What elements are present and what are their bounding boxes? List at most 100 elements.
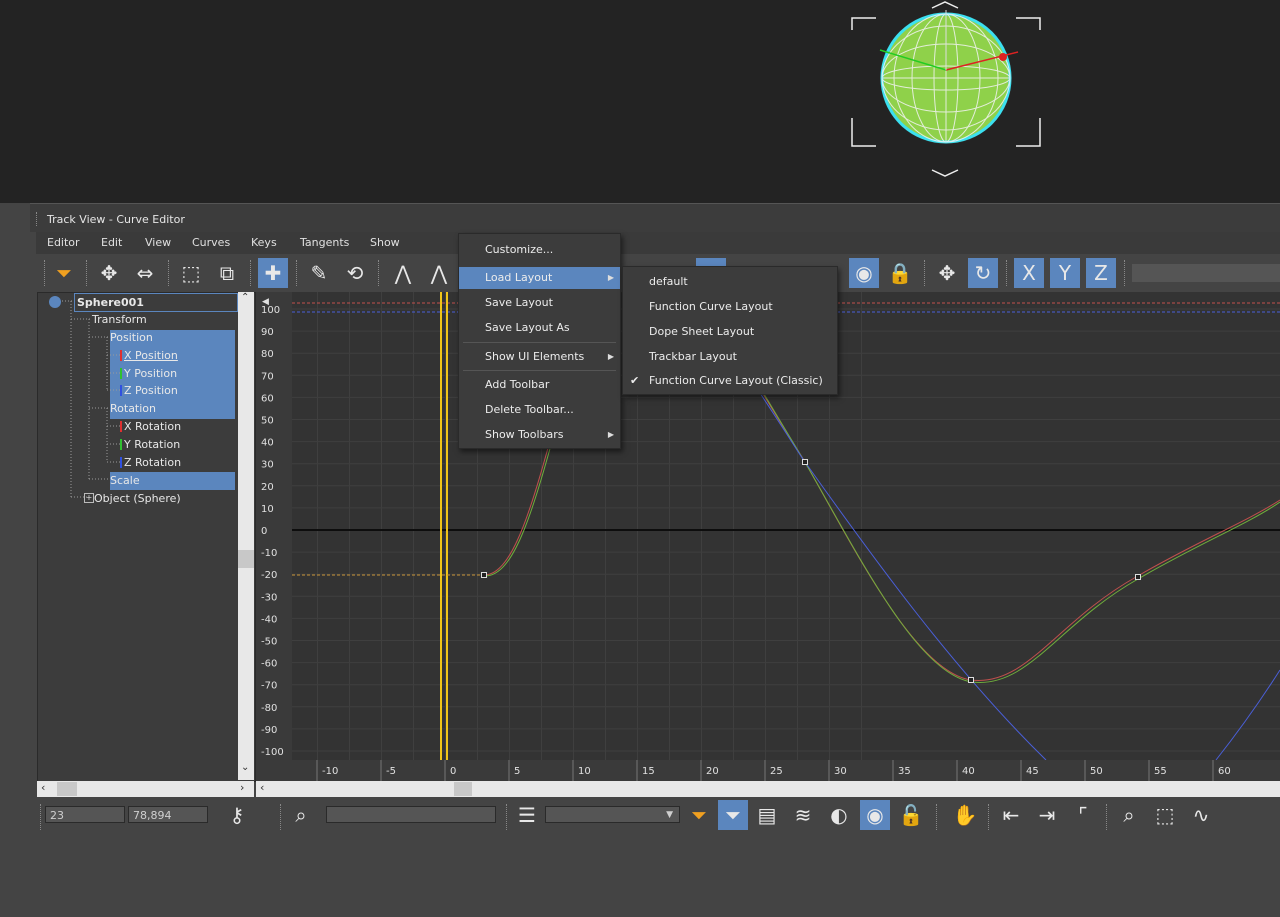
- edit-tracks-icon[interactable]: ☰: [512, 800, 542, 830]
- isolate-curve-icon[interactable]: ∿: [1186, 800, 1216, 830]
- title-bar[interactable]: Track View - Curve Editor: [30, 204, 1280, 232]
- viewport[interactable]: [0, 0, 1280, 203]
- menu-editor[interactable]: Editor: [47, 236, 80, 249]
- toolbar-grip[interactable]: [40, 804, 42, 830]
- menu-item-load-layout[interactable]: Load Layout ▶: [459, 267, 620, 289]
- toolbar-separator: [1006, 260, 1008, 286]
- tree-item-y-rotation[interactable]: Y Rotation: [124, 436, 180, 453]
- filter-selected-icon[interactable]: ⏷: [684, 800, 714, 830]
- menu-item-save-layout[interactable]: Save Layout: [459, 292, 620, 314]
- collapse-left-icon[interactable]: ◀: [262, 297, 269, 307]
- menu-item-delete-toolbar[interactable]: Delete Toolbar...: [459, 399, 620, 421]
- tree-item-x-position[interactable]: X Position: [124, 347, 178, 364]
- zoom-icon[interactable]: ⌕: [1114, 800, 1144, 830]
- tree-vertical-scrollbar[interactable]: ⌃ ⌄: [238, 292, 254, 780]
- menu-show[interactable]: Show: [370, 236, 400, 249]
- controller-tree: Sphere001 Transform Position X Position …: [37, 292, 256, 782]
- menu-edit[interactable]: Edit: [101, 236, 122, 249]
- region-select-icon[interactable]: ⬚: [176, 258, 206, 288]
- filter-dropdown[interactable]: ▼: [545, 806, 680, 823]
- tree-item-z-rotation[interactable]: Z Rotation: [124, 454, 181, 471]
- reduce-keys-icon[interactable]: ⟲: [340, 258, 370, 288]
- visible-icon[interactable]: ◐: [824, 800, 854, 830]
- menu-item-add-toolbar[interactable]: Add Toolbar: [459, 374, 620, 396]
- move-keys-icon[interactable]: ✥: [94, 258, 124, 288]
- toolbar-field[interactable]: [1132, 264, 1280, 282]
- unlock-icon[interactable]: 🔓: [896, 800, 926, 830]
- layout-function-curve[interactable]: Function Curve Layout: [623, 296, 837, 318]
- filter-animated-icon[interactable]: ⏷: [718, 800, 748, 830]
- zoom-selected-icon[interactable]: ⌕: [286, 800, 316, 830]
- menu-tangents[interactable]: Tangents: [300, 236, 349, 249]
- chevron-up-icon[interactable]: ⌃: [241, 292, 249, 303]
- menu-keys[interactable]: Keys: [251, 236, 277, 249]
- show-tangents-icon[interactable]: ◉: [849, 258, 879, 288]
- menu-view[interactable]: View: [145, 236, 171, 249]
- layout-dope-sheet[interactable]: Dope Sheet Layout: [623, 321, 837, 343]
- filter-icon[interactable]: ⏷: [49, 258, 79, 288]
- tree-root-sphere001[interactable]: Sphere001: [74, 293, 238, 312]
- layout-trackbar[interactable]: Trackbar Layout: [623, 346, 837, 368]
- layout-default[interactable]: default: [623, 271, 837, 293]
- scrollbar-thumb[interactable]: [238, 550, 254, 568]
- tree-item-scale[interactable]: Scale: [110, 472, 140, 489]
- expand-icon[interactable]: +: [84, 493, 94, 503]
- scrollbar-thumb[interactable]: [454, 782, 472, 796]
- sphere-gizmo[interactable]: [0, 0, 1280, 203]
- tree-horizontal-scrollbar[interactable]: ‹ ›: [37, 781, 254, 797]
- move-icon[interactable]: ✥: [932, 258, 962, 288]
- tree-item-object-sphere[interactable]: Object (Sphere): [94, 490, 181, 507]
- graph-horizontal-scrollbar[interactable]: ‹: [256, 781, 1280, 797]
- menu-item-show-ui-elements[interactable]: Show UI Elements ▶: [459, 346, 620, 368]
- scroll-right-icon[interactable]: ›: [240, 781, 244, 794]
- tree-item-y-position[interactable]: Y Position: [124, 365, 177, 382]
- value-tick-label: -100: [261, 747, 284, 758]
- add-keys-icon[interactable]: ✚: [258, 258, 288, 288]
- key-stats-icon[interactable]: ⚷: [222, 800, 252, 830]
- z-color-swatch: [120, 385, 122, 396]
- menu-curves[interactable]: Curves: [192, 236, 230, 249]
- frame-values-icon[interactable]: ⇥: [1032, 800, 1062, 830]
- slide-keys-icon[interactable]: ⇔: [130, 258, 160, 288]
- menu-item-show-toolbars[interactable]: Show Toolbars ▶: [459, 424, 620, 446]
- context-menu: Customize... Load Layout ▶ Save Layout S…: [458, 233, 621, 449]
- zoom-values-icon[interactable]: ⌜: [1068, 800, 1098, 830]
- frame-horizontal-icon[interactable]: ⇤: [996, 800, 1026, 830]
- auto-tangent-icon[interactable]: ⋀: [388, 258, 418, 288]
- value-tick-label: 10: [261, 504, 274, 515]
- toolbar-separator: [296, 260, 298, 286]
- menu-item-customize[interactable]: Customize...: [459, 239, 620, 261]
- scroll-left-icon[interactable]: ‹: [41, 781, 45, 794]
- frame-field[interactable]: 23: [45, 806, 125, 823]
- x-axis-icon[interactable]: X: [1014, 258, 1044, 288]
- scrollbar-thumb[interactable]: [57, 782, 77, 796]
- menu-item-save-layout-as[interactable]: Save Layout As: [459, 317, 620, 339]
- dropdown-arrow-icon[interactable]: ▼: [666, 807, 673, 824]
- chevron-down-icon[interactable]: ⌄: [241, 762, 249, 773]
- y-axis-icon[interactable]: Y: [1050, 258, 1080, 288]
- tree-item-position[interactable]: Position: [110, 329, 153, 346]
- z-axis-icon[interactable]: Z: [1086, 258, 1116, 288]
- lock-tangents-icon[interactable]: 🔒: [885, 258, 915, 288]
- scroll-left-icon[interactable]: ‹: [260, 781, 264, 794]
- draw-curves-icon[interactable]: ✎: [304, 258, 334, 288]
- spline-tangent-icon[interactable]: ⋀: [424, 258, 454, 288]
- layout-function-curve-classic[interactable]: ✔ Function Curve Layout (Classic): [623, 370, 837, 392]
- tree-item-z-position[interactable]: Z Position: [124, 382, 178, 399]
- tree-item-transform[interactable]: Transform: [92, 311, 147, 328]
- tree-item-x-rotation[interactable]: X Rotation: [124, 418, 181, 435]
- title-grip[interactable]: [36, 212, 39, 226]
- toolbar-grip[interactable]: [44, 260, 46, 286]
- value-tick-label: -20: [261, 570, 277, 581]
- layers-icon[interactable]: ≋: [788, 800, 818, 830]
- filter-dope-icon[interactable]: ▤: [752, 800, 782, 830]
- pan-hand-icon[interactable]: ✋: [950, 800, 980, 830]
- zoom-region-icon[interactable]: ⬚: [1150, 800, 1180, 830]
- name-field[interactable]: [326, 806, 496, 823]
- scale-keys-icon[interactable]: ⧉: [212, 258, 242, 288]
- rotate-icon[interactable]: ↻: [968, 258, 998, 288]
- tree-item-rotation[interactable]: Rotation: [110, 400, 156, 417]
- show-curves-icon[interactable]: ◉: [860, 800, 890, 830]
- value-field[interactable]: 78,894: [128, 806, 208, 823]
- object-dot-icon[interactable]: [49, 296, 61, 308]
